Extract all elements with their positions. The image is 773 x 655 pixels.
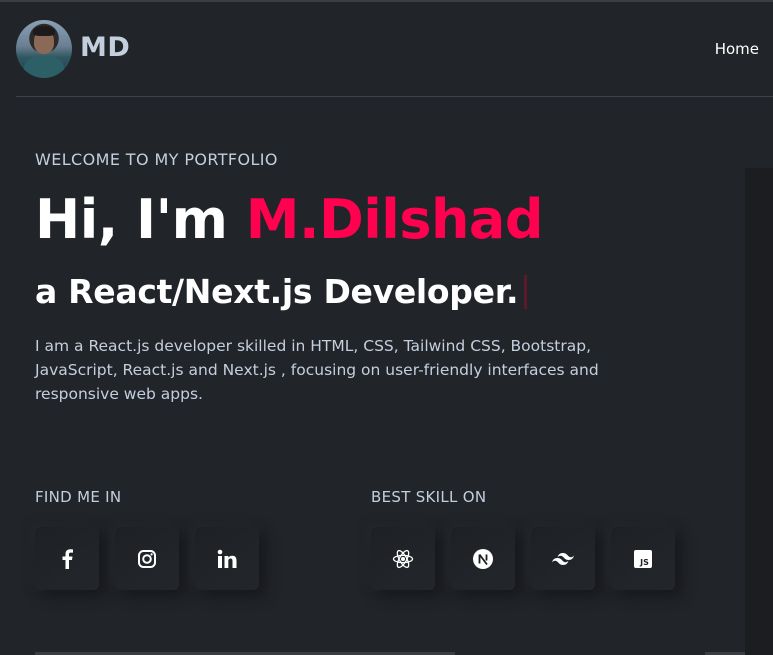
tailwind-icon [552,552,574,565]
welcome-text: WELCOME TO MY PORTFOLIO [35,150,278,169]
skill-nextjs[interactable] [451,527,515,590]
facebook-icon [62,548,73,569]
typing-cursor [524,275,528,309]
linkedin-icon [217,549,237,568]
greeting-text: Hi, I'm [35,188,246,251]
avatar-hair [33,26,55,36]
skill-tailwind[interactable] [531,527,595,590]
facebook-link[interactable] [35,527,99,590]
linkedin-link[interactable] [195,527,259,590]
avatar[interactable] [16,20,72,78]
avatar-body [24,56,64,78]
javascript-icon: JS [634,549,652,568]
skill-javascript[interactable]: JS [611,527,675,590]
social-section-label: FIND ME IN [35,488,122,506]
side-panel [745,168,773,655]
brand-logo[interactable]: MD [80,32,130,63]
hero-headline: Hi, I'm M.Dilshad [35,188,544,251]
header-divider [16,96,773,97]
svg-text:JS: JS [639,558,649,567]
bio-paragraph: I am a React.js developer skilled in HTM… [35,337,599,403]
react-icon [392,549,414,568]
nav-link-home[interactable]: Home [715,40,759,58]
site-header: MD Home [16,20,773,78]
skills-section-label: BEST SKILL ON [371,488,487,506]
nextjs-icon [473,548,493,569]
role-text: a React/Next.js Developer. [35,272,528,311]
skill-icons: JS [371,527,675,590]
instagram-icon [138,549,156,568]
instagram-link[interactable] [115,527,179,590]
social-icons [35,527,259,590]
skill-react[interactable] [371,527,435,590]
hero-name: M.Dilshad [245,188,544,251]
window-top-border [0,0,773,2]
role-label: a React/Next.js Developer. [35,272,519,311]
